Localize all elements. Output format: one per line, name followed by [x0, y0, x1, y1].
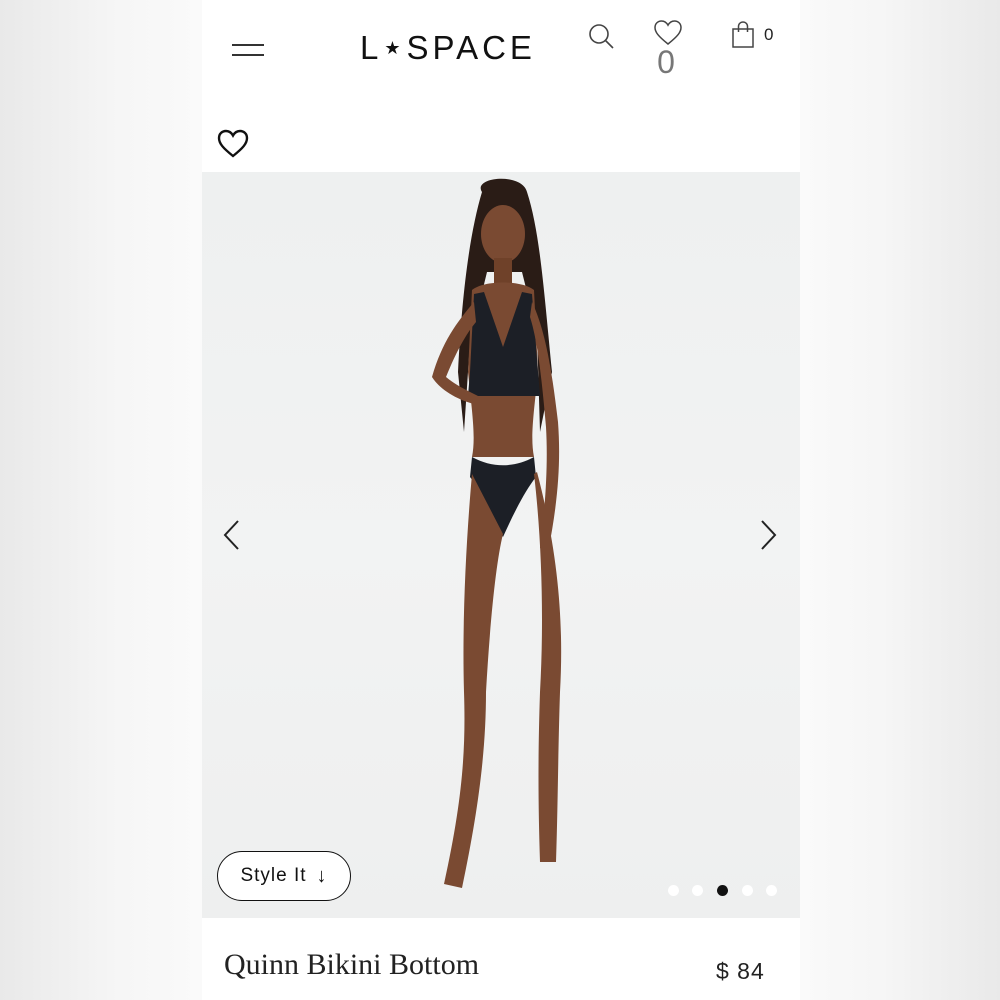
previous-image-button[interactable]: [216, 517, 246, 553]
chevron-right-icon: [761, 520, 777, 550]
search-icon[interactable]: [587, 22, 617, 52]
bag-count: 0: [764, 25, 774, 44]
gallery-dot-1[interactable]: [668, 885, 679, 896]
menu-icon[interactable]: [232, 40, 264, 58]
chevron-left-icon: [223, 520, 239, 550]
gallery-dot-3-active[interactable]: [717, 885, 728, 896]
logo-star-icon: ★: [384, 38, 405, 58]
wishlist-count: 0: [657, 44, 675, 80]
mobile-product-page: L ★SPACE 0 0 Style It ↓ Quinn Bikini Bot…: [202, 0, 800, 1000]
gallery-dot-5[interactable]: [766, 885, 777, 896]
add-to-favorites-heart-icon[interactable]: [216, 128, 250, 160]
product-info: Quinn Bikini Bottom $ 84: [202, 918, 800, 1000]
next-image-button[interactable]: [754, 517, 784, 553]
site-header: L ★SPACE 0 0: [202, 0, 800, 110]
product-name: Quinn Bikini Bottom: [224, 948, 480, 981]
product-model-photo: [432, 178, 562, 888]
gallery-pagination: [668, 885, 788, 899]
product-price: $ 84: [716, 958, 765, 984]
gallery-dot-2[interactable]: [692, 885, 703, 896]
style-it-label: Style It: [240, 865, 307, 886]
logo-text-right: SPACE: [406, 29, 536, 66]
brand-logo[interactable]: L ★SPACE: [360, 28, 550, 68]
logo-text-left: L: [360, 29, 383, 66]
style-it-button[interactable]: Style It ↓: [217, 851, 351, 901]
product-image-gallery[interactable]: Style It ↓: [202, 172, 800, 918]
arrow-down-icon: ↓: [316, 864, 328, 887]
gallery-dot-4[interactable]: [742, 885, 753, 896]
shopping-bag-icon[interactable]: [730, 20, 756, 50]
